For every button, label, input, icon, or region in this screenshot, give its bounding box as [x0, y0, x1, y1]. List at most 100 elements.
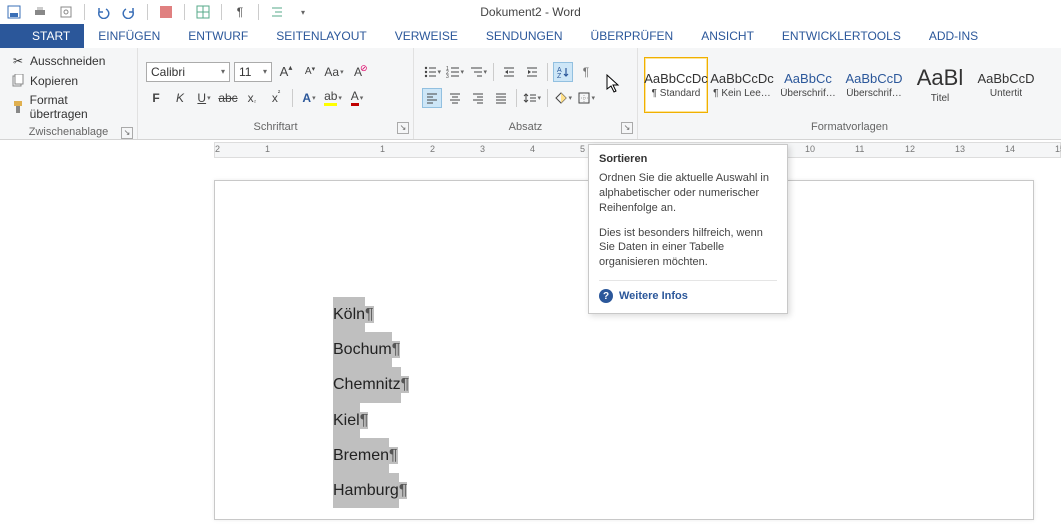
style-name-label: ¶ Kein Lee… [713, 88, 771, 99]
ruler-number: 3 [480, 144, 485, 154]
increase-indent-button[interactable] [522, 62, 542, 82]
align-left-button[interactable] [422, 88, 442, 108]
paragraph-dialog-launcher[interactable]: ↘ [621, 122, 633, 134]
shrink-font-button[interactable]: A▾ [300, 62, 320, 82]
tooltip-title: Sortieren [599, 153, 777, 165]
style-preview: AaBbCcDc [710, 71, 774, 86]
brush-icon [10, 99, 26, 115]
style-preview: AaBbCcD [977, 71, 1034, 86]
clipboard-dialog-launcher[interactable]: ↘ [121, 127, 133, 139]
tab-einfuegen[interactable]: EINFÜGEN [84, 24, 174, 48]
document-line[interactable]: Kiel¶ [333, 403, 409, 438]
style-preview: AaBbCcD [845, 71, 902, 86]
multilevel-list-button[interactable]: ▾ [468, 62, 488, 82]
strikethrough-button[interactable]: abc [218, 88, 238, 108]
copy-button[interactable]: Kopieren [8, 72, 129, 90]
group-font-label: Schriftart↘ [138, 121, 413, 139]
title-bar: ¶ ▾ Dokument2 - Word [0, 0, 1061, 24]
ruler-number: 10 [805, 144, 815, 154]
style-item-5[interactable]: AaBbCcD Untertit [974, 57, 1038, 113]
style-preview: AaBbCcDc [644, 71, 708, 86]
ribbon: ✂ Ausschneiden Kopieren Format übertrage… [0, 48, 1061, 140]
undo-icon[interactable] [93, 2, 113, 22]
tab-ansicht[interactable]: ANSICHT [687, 24, 768, 48]
highlight-button[interactable]: ab▾ [323, 88, 343, 108]
align-right-button[interactable] [468, 88, 488, 108]
style-item-2[interactable]: AaBbCcÜberschrif… [776, 57, 840, 113]
tooltip-more-info-link[interactable]: ? Weitere Infos [599, 280, 777, 303]
document-line[interactable]: Bochum¶ [333, 332, 409, 367]
save-icon[interactable] [4, 2, 24, 22]
bullets-button[interactable]: ▾ [422, 62, 442, 82]
selected-text: Chemnitz [333, 367, 401, 402]
preview-icon[interactable] [56, 2, 76, 22]
format-painter-button[interactable]: Format übertragen [8, 92, 129, 122]
change-case-button[interactable]: Aa▾ [324, 62, 344, 82]
style-item-0[interactable]: AaBbCcDc ¶ Standard [644, 57, 708, 113]
line-spacing-button[interactable]: ▾ [522, 88, 542, 108]
file-tab[interactable] [0, 24, 18, 48]
grow-font-button[interactable]: A▴ [276, 62, 296, 82]
stop-macro-icon[interactable] [156, 2, 176, 22]
style-name-label: Untertit [990, 88, 1022, 99]
cut-button[interactable]: ✂ Ausschneiden [8, 52, 129, 70]
document-line[interactable]: Köln¶ [333, 297, 409, 332]
paragraph-mark-icon[interactable]: ¶ [230, 2, 250, 22]
tooltip-line-1: Ordnen Sie die aktuelle Auswahl in alpha… [599, 171, 777, 216]
decrease-indent-button[interactable] [499, 62, 519, 82]
align-center-button[interactable] [445, 88, 465, 108]
print-icon[interactable] [30, 2, 50, 22]
document-line[interactable]: Hamburg¶ [333, 473, 409, 508]
bold-button[interactable]: F [146, 88, 166, 108]
selected-text: Kiel [333, 403, 360, 438]
sort-button[interactable]: AZ [553, 62, 573, 82]
tab-addins[interactable]: ADD-INS [915, 24, 992, 48]
italic-button[interactable]: K [170, 88, 190, 108]
ruler-number: 12 [905, 144, 915, 154]
help-icon: ? [599, 289, 613, 303]
tab-entwurf[interactable]: ENTWURF [174, 24, 262, 48]
shading-button[interactable]: ▾ [553, 88, 573, 108]
subscript-button[interactable]: x₂ [242, 88, 262, 108]
tab-seitenlayout[interactable]: SEITENLAYOUT [262, 24, 380, 48]
text-effects-button[interactable]: A▾ [299, 88, 319, 108]
underline-button[interactable]: U▾ [194, 88, 214, 108]
tab-sendungen[interactable]: SENDUNGEN [472, 24, 577, 48]
font-color-button[interactable]: A▾ [347, 88, 367, 108]
tab-verweise[interactable]: VERWEISE [381, 24, 472, 48]
tab-start[interactable]: START [18, 24, 84, 48]
tab-entwicklertools[interactable]: ENTWICKLERTOOLS [768, 24, 915, 48]
indent-icon[interactable] [267, 2, 287, 22]
borders-button[interactable]: ▾ [576, 88, 596, 108]
style-item-4[interactable]: AaBlTitel [908, 57, 972, 113]
ruler-number: 2 [215, 144, 220, 154]
show-marks-button[interactable]: ¶ [576, 62, 596, 82]
ruler-number: 5 [580, 144, 585, 154]
ruler-number: 1 [380, 144, 385, 154]
ruler-number: 14 [1005, 144, 1015, 154]
pilcrow-icon: ¶ [392, 341, 401, 358]
group-font: Calibri▾ 11▾ A▴ A▾ Aa▾ A⊘ F K U▾ abc x₂ … [138, 48, 414, 139]
table-icon[interactable] [193, 2, 213, 22]
redo-icon[interactable] [119, 2, 139, 22]
font-size-combo[interactable]: 11▾ [234, 62, 272, 82]
document-line[interactable]: Bremen¶ [333, 438, 409, 473]
font-dialog-launcher[interactable]: ↘ [397, 122, 409, 134]
numbering-button[interactable]: 123▾ [445, 62, 465, 82]
cut-label: Ausschneiden [30, 54, 105, 68]
document-line[interactable]: Chemnitz¶ [333, 367, 409, 402]
quick-access-toolbar: ¶ ▾ [0, 2, 313, 22]
style-item-1[interactable]: AaBbCcDc ¶ Kein Lee… [710, 57, 774, 113]
clear-formatting-button[interactable]: A⊘ [348, 62, 368, 82]
tab-ueberpruefen[interactable]: ÜBERPRÜFEN [577, 24, 688, 48]
document-text[interactable]: Köln¶Bochum¶Chemnitz¶Kiel¶Bremen¶Hamburg… [333, 297, 409, 508]
style-item-3[interactable]: AaBbCcD Überschrif… [842, 57, 906, 113]
group-styles-label: Formatvorlagen [638, 121, 1061, 139]
pilcrow-icon: ¶ [401, 376, 410, 393]
justify-button[interactable] [491, 88, 511, 108]
style-name-label: Überschrif… [846, 88, 902, 99]
superscript-button[interactable]: x² [266, 88, 286, 108]
style-name-label: ¶ Standard [652, 88, 701, 99]
qat-more-icon[interactable]: ▾ [293, 2, 313, 22]
font-name-combo[interactable]: Calibri▾ [146, 62, 230, 82]
